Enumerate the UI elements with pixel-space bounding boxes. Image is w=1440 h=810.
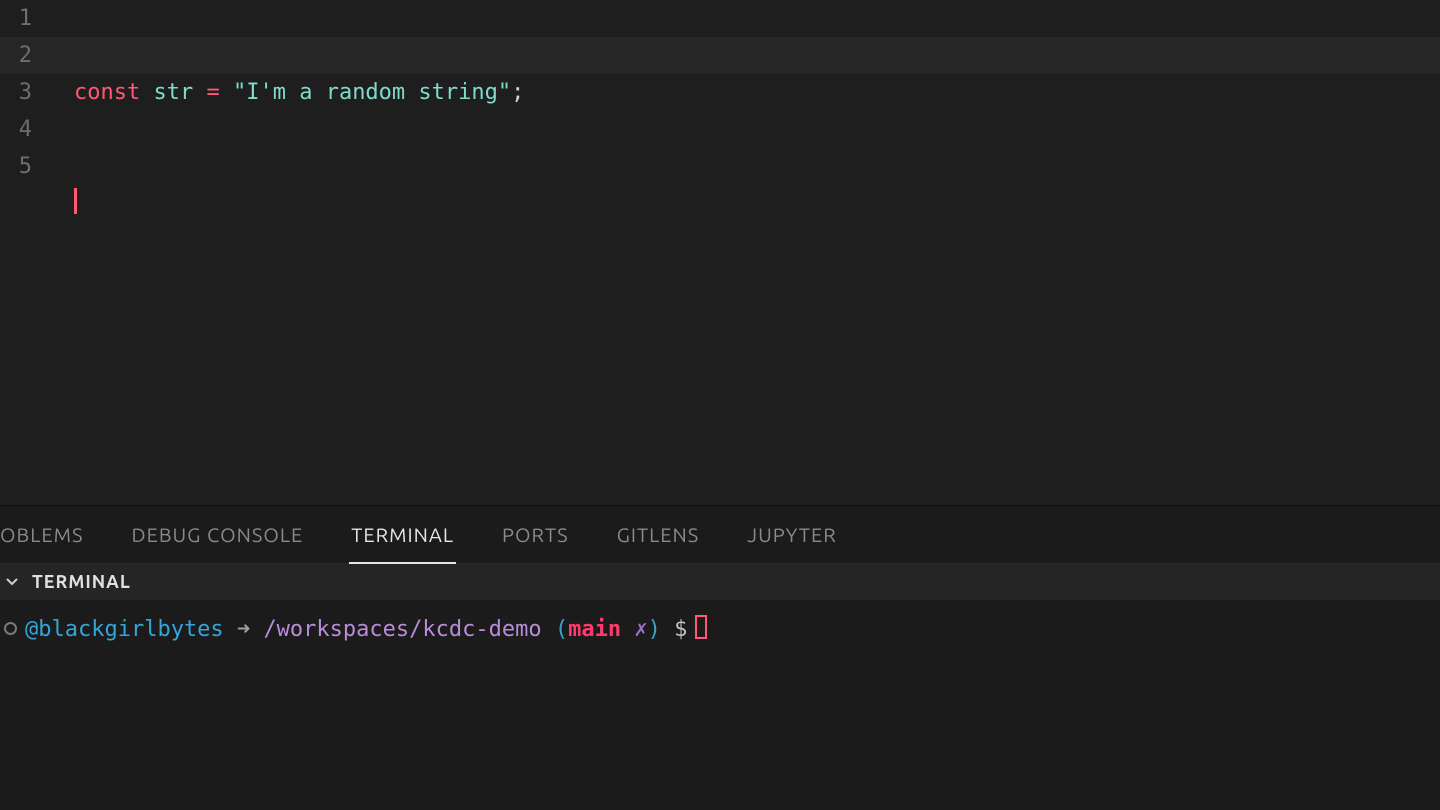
token-keyword: const [74, 80, 140, 105]
token-identifier: str [153, 80, 193, 105]
token-string: "I'm a random string" [233, 80, 511, 105]
line-number: 5 [0, 148, 60, 185]
tab-terminal[interactable]: TERMINAL [351, 506, 454, 563]
token-operator: = [206, 80, 219, 105]
line-number: 1 [0, 0, 60, 37]
code-line[interactable] [74, 185, 1440, 222]
line-number-gutter: 1 2 3 4 5 [0, 0, 60, 185]
workbench: 1 2 3 4 5 const str = "I'm a random stri… [0, 0, 1440, 810]
line-number: 4 [0, 111, 60, 148]
tab-debug-console[interactable]: DEBUG CONSOLE [131, 506, 303, 563]
tab-problems[interactable]: OBLEMS [0, 506, 83, 563]
editor-cursor [74, 188, 77, 214]
tab-gitlens[interactable]: GITLENS [617, 506, 700, 563]
line-number: 2 [0, 37, 60, 74]
code-line[interactable] [74, 407, 1440, 444]
chevron-down-icon [4, 573, 22, 591]
code-line[interactable]: const str = "I'm a random string"; [74, 74, 1440, 111]
tab-ports[interactable]: PORTS [502, 506, 569, 563]
code-line[interactable] [74, 296, 1440, 333]
token-punct: ; [511, 80, 524, 105]
tab-jupyter[interactable]: JUPYTER [747, 506, 836, 563]
code-editor[interactable]: 1 2 3 4 5 const str = "I'm a random stri… [0, 0, 1440, 505]
prompt-circle-icon [4, 622, 17, 635]
terminal-output[interactable]: @blackgirlbytes ➜ /workspaces/kcdc-demo … [0, 600, 1440, 810]
line-number: 3 [0, 74, 60, 111]
